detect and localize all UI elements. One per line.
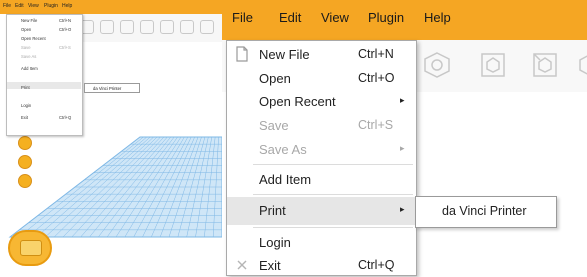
menu-item-label: Save As [259,142,307,157]
menu-item-save-as: Save As ▸ [227,136,416,164]
thumb-print-submenu: da Vinci Printer [84,83,140,93]
thumb-shortcut: Ctrl+O [59,27,72,32]
exit-icon [235,257,249,273]
thumbnail-menubar: File Edit View Plugin Help [0,0,222,14]
menu-file[interactable]: File [232,10,253,25]
thumb-item-open-recent[interactable]: Open Recent [21,36,46,41]
print-submenu: da Vinci Printer [415,196,557,228]
menu-item-label: Save [259,118,289,133]
thumbnail-panel: File Edit View Plugin Help New File Ctrl… [0,0,222,277]
menu-item-shortcut: Ctrl+O [358,71,395,85]
menu-item-shortcut: Ctrl+Q [358,258,395,272]
menu-item-label: Login [259,235,291,250]
menu-edit[interactable]: Edit [279,10,301,25]
thumb-file-dropdown: New File Ctrl+N Open Ctrl+O Open Recent … [6,14,83,136]
submenu-arrow-icon: ▸ [400,95,405,105]
thumb-menu-view[interactable]: View [28,3,39,9]
thumb-item-exit[interactable]: Exit [21,115,28,120]
thumb-tool-icon[interactable] [120,20,134,34]
thumb-submenu-da-vinci-printer[interactable]: da Vinci Printer [93,86,121,91]
thumb-print-highlight [7,82,81,89]
thumbnail-toolbar [60,14,222,42]
menu-item-label: Print [259,203,286,218]
thumb-item-save-as: Save As [21,54,37,59]
thumb-print-button-icon[interactable] [8,230,52,266]
scale-tool-icon[interactable] [478,50,508,80]
menu-item-label: Exit [259,258,281,273]
menu-item-print[interactable]: Print ▸ [227,197,416,225]
thumb-item-new-file[interactable]: New File [21,18,37,23]
cut-tool-icon[interactable] [576,50,587,80]
menu-item-label: Open Recent [259,94,336,109]
thumb-tool-icon[interactable] [100,20,114,34]
thumb-menu-plugin[interactable]: Plugin [44,3,58,9]
printer-icon [20,240,42,256]
menu-item-add-item[interactable]: Add Item [227,166,416,194]
menu-item-label: New File [259,47,310,62]
submenu-arrow-icon: ▸ [400,143,405,153]
menu-separator [253,227,413,228]
menu-help[interactable]: Help [424,10,451,25]
submenu-arrow-icon: ▸ [400,204,405,214]
menu-plugin[interactable]: Plugin [368,10,404,25]
menu-item-shortcut: Ctrl+S [358,118,394,132]
thumb-side-tool-icon[interactable] [18,136,32,150]
menu-separator [253,164,413,165]
thumb-item-print[interactable]: Print [21,85,30,90]
menu-item-label: Open [259,71,291,86]
thumb-tool-icon[interactable] [160,20,174,34]
thumb-tool-icon[interactable] [200,20,214,34]
thumb-side-tool-icon[interactable] [18,155,32,169]
menu-item-shortcut: Ctrl+N [358,47,394,61]
thumb-menu-file[interactable]: File [3,3,11,9]
thumb-shortcut: Ctrl+Q [59,115,72,120]
new-file-icon [235,46,249,62]
zoomed-panel: File Edit View Plugin Help New File Ctrl… [222,0,587,277]
thumb-menu-help[interactable]: Help [62,3,72,9]
thumb-shortcut: Ctrl+S [59,45,71,50]
thumb-item-login[interactable]: Login [21,103,31,108]
thumb-item-add-item[interactable]: Add Item [21,66,38,71]
menubar: File Edit View Plugin Help [222,0,587,40]
thumb-item-open[interactable]: Open [21,27,31,32]
move-tool-icon[interactable] [422,50,452,80]
menu-item-exit[interactable]: Exit Ctrl+Q [227,252,416,277]
thumb-item-save: Save [21,45,31,50]
rotate-tool-icon[interactable] [530,50,560,80]
file-dropdown-menu: New File Ctrl+N Open Ctrl+O Open Recent … [226,40,417,276]
thumb-tool-icon[interactable] [140,20,154,34]
submenu-item-da-vinci-printer[interactable]: da Vinci Printer [442,204,527,218]
thumb-tool-icon[interactable] [180,20,194,34]
menu-separator [253,194,413,195]
thumb-shortcut: Ctrl+N [59,18,71,23]
thumb-menu-edit[interactable]: Edit [15,3,24,9]
menu-item-label: Add Item [259,172,312,187]
menu-view[interactable]: View [321,10,349,25]
thumb-side-tool-icon[interactable] [18,174,32,188]
